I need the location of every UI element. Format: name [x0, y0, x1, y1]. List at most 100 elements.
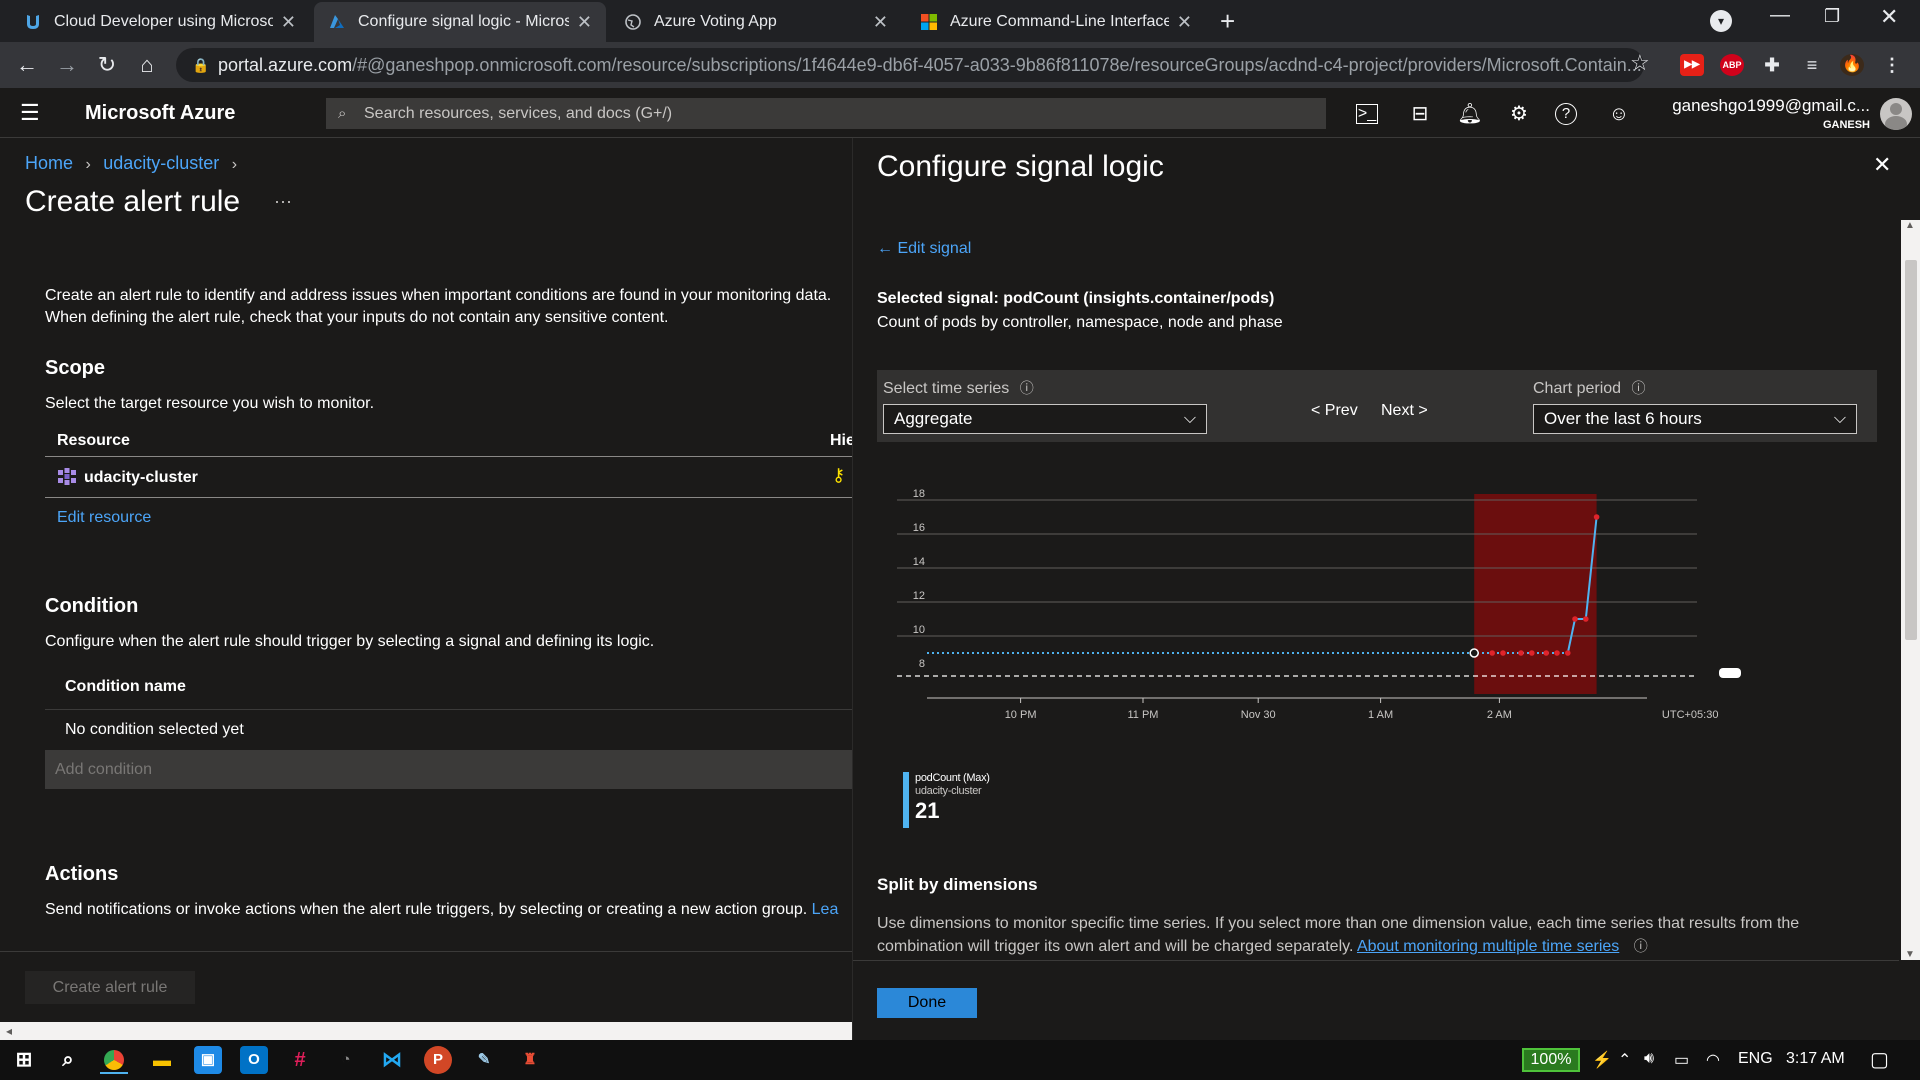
arrow-left-icon: ←: [877, 240, 898, 257]
info-icon: ⓘ: [1631, 380, 1646, 396]
close-tab-icon[interactable]: ✕: [1177, 12, 1192, 33]
url-path: /#@ganeshpop.onmicrosoft.com/resource/su…: [352, 55, 1642, 75]
global-search-input[interactable]: ⌕ Search resources, services, and docs (…: [326, 98, 1326, 129]
selected-signal: Selected signal: podCount (insights.cont…: [877, 290, 1275, 307]
add-condition-button[interactable]: Add condition: [45, 750, 852, 789]
adblock-extension-icon[interactable]: ABP: [1720, 54, 1744, 76]
create-alert-rule-button[interactable]: Create alert rule: [25, 971, 195, 1004]
profile-avatar-icon[interactable]: 🔥: [1840, 54, 1864, 76]
breadcrumb-udacity-cluster[interactable]: udacity-cluster: [103, 153, 219, 173]
search-icon: ⌕: [338, 105, 347, 122]
battery-percentage[interactable]: 100%: [1522, 1048, 1580, 1072]
x-tick-label: 11 PM: [1128, 709, 1159, 721]
prev-button[interactable]: < Prev: [1311, 402, 1358, 420]
app-icon[interactable]: ◔: [332, 1046, 360, 1074]
vertical-scrollbar[interactable]: ▲ ▼: [1901, 220, 1920, 960]
help-icon[interactable]: ?: [1555, 103, 1577, 125]
udacity-icon: [27, 15, 39, 29]
signal-description: Count of pods by controller, namespace, …: [877, 314, 1283, 331]
tab-azure-voting-app[interactable]: Azure Voting App ✕: [610, 2, 902, 42]
intro-text-line1: Create an alert rule to identify and add…: [45, 287, 832, 304]
windows-start-icon[interactable]: ⊞: [10, 1046, 38, 1074]
tab-title: Cloud Developer using Microsoft: [54, 13, 273, 30]
more-options-icon[interactable]: ···: [274, 191, 292, 212]
youtube-extension-icon[interactable]: ▶▶: [1680, 54, 1704, 76]
x-tick-label: 10 PM: [1005, 709, 1037, 721]
feedback-icon[interactable]: ☺: [1605, 100, 1633, 128]
account-email[interactable]: ganeshgo1999@gmail.c...: [1670, 96, 1870, 116]
close-window-icon[interactable]: ✕: [1880, 4, 1898, 30]
tab-cloud-developer[interactable]: Cloud Developer using Microsoft ✕: [10, 2, 310, 42]
minimize-icon[interactable]: —: [1770, 4, 1790, 27]
volume-icon[interactable]: 🔊︎: [1644, 1050, 1654, 1068]
close-tab-icon[interactable]: ✕: [281, 12, 296, 33]
search-icon[interactable]: ⌕: [54, 1046, 82, 1074]
x-tick-label: 1 AM: [1368, 709, 1393, 721]
media-queue-icon[interactable]: ≡: [1800, 54, 1824, 76]
wifi-icon[interactable]: ◠: [1706, 1050, 1720, 1070]
resource-name: udacity-cluster: [84, 469, 198, 486]
scope-heading: Scope: [45, 357, 106, 379]
done-button[interactable]: Done: [877, 988, 977, 1018]
forward-icon[interactable]: →: [52, 50, 82, 80]
threshold-drag-handle: [1719, 668, 1741, 678]
actions-heading: Actions: [45, 863, 119, 885]
chart-period-dropdown[interactable]: Over the last 6 hours ⌵: [1533, 404, 1857, 434]
show-hidden-icons[interactable]: ⌃: [1618, 1050, 1631, 1070]
reload-icon[interactable]: ↻: [92, 50, 122, 80]
outlook-icon[interactable]: O: [240, 1046, 268, 1074]
new-tab-icon[interactable]: +: [1220, 6, 1235, 37]
edit-signal-link[interactable]: ← Edit signal: [877, 240, 971, 258]
battery-icon[interactable]: ▭: [1674, 1050, 1689, 1070]
divider: [45, 456, 852, 457]
close-tab-icon[interactable]: ✕: [577, 12, 592, 33]
condition-description: Configure when the alert rule should tri…: [45, 633, 655, 650]
account-avatar[interactable]: [1880, 98, 1912, 130]
clock-time[interactable]: 3:17 AM: [1786, 1050, 1845, 1068]
bookmark-star-icon[interactable]: ☆: [1630, 50, 1650, 76]
file-explorer-icon[interactable]: ▬: [148, 1046, 176, 1074]
tab-title: Azure Voting App: [654, 13, 777, 30]
y-tick-label: 12: [913, 590, 925, 602]
vscode-icon[interactable]: ⋈: [378, 1046, 406, 1074]
horizontal-scrollbar[interactable]: ◂: [0, 1022, 852, 1040]
calendar-app-icon[interactable]: ▣: [194, 1046, 222, 1074]
scroll-down-icon[interactable]: ▼: [1905, 949, 1915, 960]
notifications-bell-icon[interactable]: 🔔︎: [1456, 100, 1484, 128]
notepad-icon[interactable]: ✎: [470, 1046, 498, 1074]
time-series-dropdown[interactable]: Aggregate ⌵: [883, 404, 1207, 434]
browser-menu-icon[interactable]: ⋮: [1880, 54, 1904, 76]
tab-azure-cli[interactable]: Azure Command-Line Interface (C ✕: [906, 2, 1206, 42]
scroll-left-icon[interactable]: ◂: [6, 1022, 12, 1040]
close-tab-icon[interactable]: ✕: [873, 12, 888, 33]
back-icon[interactable]: ←: [12, 50, 42, 80]
extensions-puzzle-icon[interactable]: ✚: [1760, 54, 1784, 76]
slack-icon[interactable]: #: [286, 1046, 314, 1074]
directory-filter-icon[interactable]: ⊟: [1406, 100, 1434, 128]
portal-menu-icon[interactable]: ☰: [20, 100, 40, 126]
chevron-right-icon: ›: [85, 156, 91, 173]
next-button[interactable]: Next >: [1381, 402, 1428, 420]
settings-gear-icon[interactable]: ⚙: [1505, 100, 1533, 128]
address-bar[interactable]: 🔒 portal.azure.com/#@ganeshpop.onmicroso…: [176, 48, 1644, 82]
close-panel-icon[interactable]: ✕: [1873, 152, 1891, 178]
chrome-icon[interactable]: [100, 1046, 128, 1074]
monitoring-multiple-series-link[interactable]: About monitoring multiple time series: [1357, 938, 1619, 955]
data-point: [1529, 650, 1535, 656]
tab-search-icon[interactable]: ▾: [1710, 10, 1732, 32]
input-language[interactable]: ENG: [1738, 1050, 1773, 1068]
restore-icon[interactable]: ❐: [1824, 6, 1840, 27]
powerpoint-icon[interactable]: P: [424, 1046, 452, 1074]
actions-learn-more-link[interactable]: Lea: [812, 901, 839, 918]
scrollbar-thumb[interactable]: [1905, 260, 1917, 640]
app-icon[interactable]: ♜: [516, 1046, 544, 1074]
notification-center-icon[interactable]: ▢: [1870, 1047, 1889, 1072]
footer-divider: [0, 951, 852, 952]
tab-configure-signal-logic[interactable]: Configure signal logic - Microsoft ✕: [314, 2, 606, 42]
breadcrumb-home[interactable]: Home: [25, 153, 73, 173]
cloud-shell-icon[interactable]: >_: [1356, 104, 1378, 124]
azure-brand[interactable]: Microsoft Azure: [85, 102, 235, 125]
edit-resource-link[interactable]: Edit resource: [57, 509, 151, 527]
scroll-up-icon[interactable]: ▲: [1905, 220, 1915, 231]
home-icon[interactable]: ⌂: [132, 50, 162, 80]
